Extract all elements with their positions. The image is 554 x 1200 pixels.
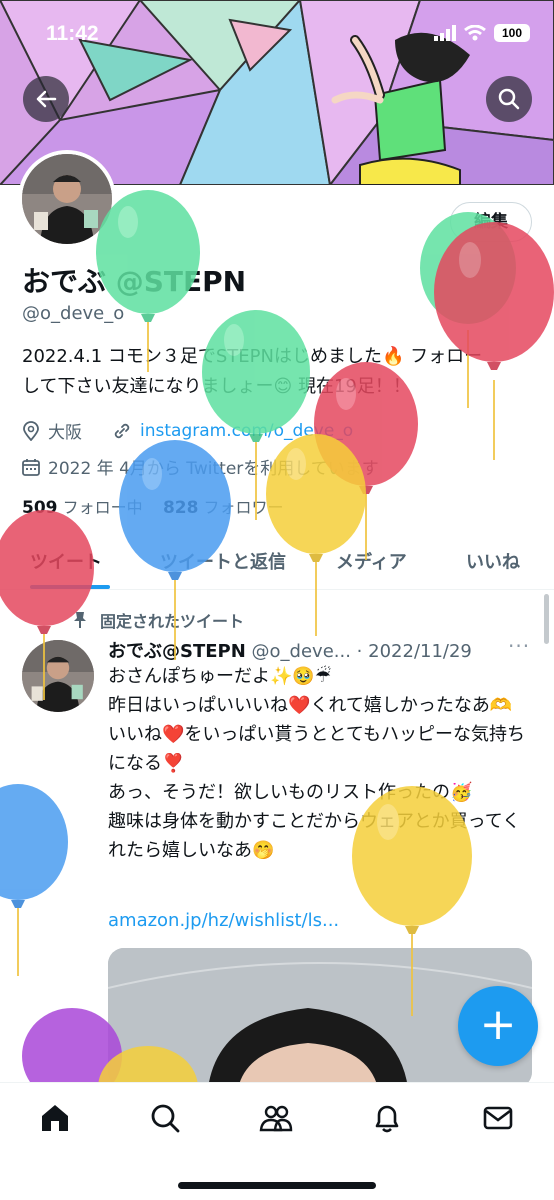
back-arrow-icon <box>36 90 57 108</box>
tweet-date[interactable]: 2022/11/29 <box>368 641 472 662</box>
tweet-separator: · <box>356 641 363 662</box>
tweet-line: いいね❤️をいっぱい貰うととてもハッピーな気持ちになる❣️ <box>108 724 525 774</box>
tweet-author-handle: @o_deve... <box>251 641 351 662</box>
tab-tweets-replies[interactable]: ツイートと返信 <box>160 548 286 574</box>
tab-tweets[interactable]: ツイート <box>30 548 102 574</box>
followers-count: 828 <box>162 498 199 518</box>
battery-indicator: 100 <box>494 24 530 42</box>
nav-messages[interactable] <box>481 1101 515 1135</box>
profile-website-link[interactable]: instagram.com/o_deve_o <box>140 421 353 441</box>
tweet-line: 昨日はいっぱいいいね❤️くれて嬉しかったなあ🫶 <box>108 695 513 716</box>
tweet-line: 趣味は身体を動かすことだからウェアとか買ってくれたら嬉しいなあ🤭 <box>108 811 521 861</box>
nav-home[interactable] <box>38 1101 72 1135</box>
edit-profile-button[interactable]: 編集 <box>450 202 532 242</box>
profile-handle: @o_deve_o <box>22 303 125 324</box>
scrollbar[interactable] <box>544 594 549 644</box>
following-label: フォロー中 <box>62 498 143 517</box>
location-pin-icon <box>23 420 39 441</box>
following-link[interactable]: 509 フォロー中 <box>22 498 143 518</box>
status-time: 11:42 <box>46 22 99 45</box>
profile-joined-row: 2022 年 4月から Twitterを利用しています <box>22 454 379 479</box>
profile-avatar[interactable] <box>18 150 116 248</box>
compose-tweet-button[interactable]: + <box>458 986 538 1066</box>
followers-label: フォロワー <box>203 498 284 517</box>
followers-link[interactable]: 828 フォロワー <box>162 498 284 518</box>
tweet-author-avatar[interactable] <box>22 640 94 712</box>
tweet-line: おさんぽちゅーだよ✨🥹☔ <box>108 666 331 687</box>
tweet-header: おでぶ@STEPN @o_deve... · 2022/11/29 <box>108 637 528 663</box>
communities-icon <box>259 1105 293 1132</box>
profile-joined-date: 2022 年 4月から Twitterを利用しています <box>48 459 379 479</box>
following-count: 509 <box>22 498 58 518</box>
messages-icon <box>483 1106 513 1130</box>
tab-media[interactable]: メディア <box>336 548 407 574</box>
tab-likes[interactable]: いいね <box>466 548 520 574</box>
tweet-author-name[interactable]: おでぶ@STEPN <box>108 641 246 662</box>
pinned-label: 固定されたツイート <box>100 612 245 631</box>
signal-icon <box>434 25 456 41</box>
calendar-icon <box>22 458 40 476</box>
tweet-line: あっ、そうだ！欲しいものリスト作ったの🥳 <box>108 782 473 803</box>
search-button[interactable] <box>486 76 532 122</box>
tweet-link[interactable]: amazon.jp/hz/wishlist/ls... <box>108 910 339 931</box>
nav-communities[interactable] <box>259 1101 293 1135</box>
profile-location: 大阪 <box>48 423 82 443</box>
bottom-navigation <box>0 1082 554 1200</box>
follow-stats: 509 フォロー中 828 フォロワー <box>22 494 284 518</box>
back-button[interactable] <box>23 76 69 122</box>
balloon-blue <box>0 784 68 976</box>
home-indicator <box>178 1182 376 1189</box>
nav-notifications[interactable] <box>370 1101 404 1135</box>
explore-icon <box>151 1104 180 1133</box>
wifi-icon <box>464 25 486 41</box>
tweet-more-button[interactable]: ··· <box>508 634 530 658</box>
pin-icon <box>74 612 86 628</box>
nav-explore[interactable] <box>148 1101 182 1135</box>
profile-tabs: ツイート ツイートと返信 メディア いいね <box>0 530 554 590</box>
balloon-red <box>434 222 554 460</box>
tweet-text: おさんぽちゅーだよ✨🥹☔ 昨日はいっぱいいいね❤️くれて嬉しかったなあ🫶 いいね… <box>108 662 538 865</box>
profile-meta-row: 大阪 instagram.com/o_deve_o <box>22 418 353 443</box>
status-bar: 11:42 100 <box>0 0 554 70</box>
status-icons: 100 <box>434 24 530 42</box>
pinned-label-row: 固定されたツイート <box>72 608 244 632</box>
link-icon <box>114 423 130 438</box>
avatar-photo <box>22 154 112 244</box>
display-name: おでぶ @STEPN <box>22 265 247 298</box>
active-tab-indicator <box>30 585 110 589</box>
notifications-icon <box>375 1105 399 1133</box>
search-icon <box>498 88 520 110</box>
avatar-photo <box>22 640 94 712</box>
profile-bio: 2022.4.1 コモン３足でSTEPNはじめました🔥 フォローして下さい友達に… <box>22 346 483 397</box>
home-icon <box>42 1105 68 1131</box>
